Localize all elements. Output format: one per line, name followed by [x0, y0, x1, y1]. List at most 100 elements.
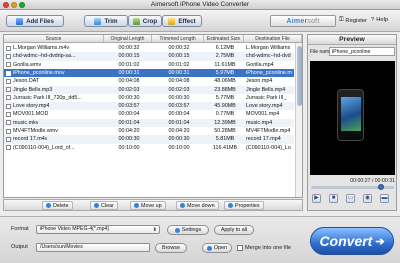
- move-down-button[interactable]: Move down: [176, 201, 219, 210]
- row-checkbox[interactable]: [6, 120, 11, 126]
- row-checkbox[interactable]: [6, 95, 11, 101]
- source-name: Gorilla.wmv: [13, 61, 42, 68]
- destination-file-cell[interactable]: iPhone_pconline.m: [244, 69, 294, 77]
- col-original-length[interactable]: Original Length: [104, 35, 152, 42]
- properties-button[interactable]: Properties: [224, 201, 264, 210]
- open-folder-button[interactable]: ▬: [380, 194, 389, 203]
- destination-file-cell[interactable]: Jeson.mp4: [244, 77, 294, 85]
- preview-slider-knob[interactable]: [377, 184, 384, 190]
- destination-file-cell[interactable]: (C090110-004)_Lo: [244, 144, 294, 152]
- row-checkbox[interactable]: [6, 136, 11, 142]
- convert-button[interactable]: Convert ➔: [310, 227, 394, 255]
- destination-file-cell[interactable]: Gorilla.mp4: [244, 61, 294, 69]
- destination-file-cell[interactable]: MV4FTModle.mp4: [244, 127, 294, 135]
- destination-file-cell[interactable]: chd-wdmc--hd-dvd: [244, 52, 294, 60]
- estimated-size-cell: 11.61MB: [214, 61, 236, 68]
- row-checkbox[interactable]: [6, 87, 11, 93]
- table-row[interactable]: (C090110-004)_Lord_of... 00:10:00 00:10:00…: [4, 144, 294, 152]
- crop-button[interactable]: Crop: [128, 15, 162, 27]
- delete-button[interactable]: Delete: [42, 201, 73, 210]
- register-button[interactable]: ⚿ Register: [339, 17, 367, 24]
- trimmed-length-cell: 00:00:31: [168, 69, 190, 76]
- source-name: Love story.mp4: [13, 103, 50, 110]
- open-label: Open: [213, 245, 228, 251]
- destination-file-cell[interactable]: Jurrasic Park III_: [244, 94, 294, 102]
- destination-file-cell[interactable]: Jingle Bells.mp4: [244, 86, 294, 94]
- col-trimmed-length[interactable]: Trimmed Length: [152, 35, 204, 42]
- play-button[interactable]: ▶: [312, 194, 321, 203]
- delete-icon: [46, 203, 51, 208]
- row-checkbox[interactable]: [6, 103, 11, 109]
- table-row[interactable]: MV4FTModle.wmv 00:04:20 00:04:20 50.28MB MV4…: [4, 127, 294, 135]
- table-row[interactable]: Gorilla.wmv 00:01:02 00:01:02 11.61MB Gorill…: [4, 61, 294, 69]
- preview-title: Preview: [308, 35, 396, 45]
- table-row[interactable]: iPhone_pconline.mov 00:00:31 00:00:31 5.97M…: [4, 68, 294, 78]
- row-checkbox[interactable]: [6, 53, 11, 59]
- table-row[interactable]: Jingle Bells.mp3 00:02:03 00:02:03 23.88MB J…: [4, 85, 294, 94]
- destination-file-cell[interactable]: Love story.mp4: [244, 102, 294, 110]
- row-checkbox[interactable]: [6, 45, 11, 51]
- destination-file-cell[interactable]: music.mp4: [244, 119, 294, 127]
- move-up-button[interactable]: Move up: [130, 201, 166, 210]
- snapshot-button[interactable]: ◉: [363, 194, 372, 203]
- row-checkbox[interactable]: [6, 62, 11, 68]
- table-row[interactable]: MOV001.MOD 00:00:04 00:00:04 0.77MB MOV001.m…: [4, 110, 294, 118]
- row-checkbox[interactable]: [6, 78, 11, 84]
- source-cell: MV4FTModle.wmv: [4, 127, 104, 135]
- browse-button[interactable]: Browse: [155, 243, 187, 253]
- trimmed-length-cell: 00:02:03: [168, 86, 190, 93]
- estimated-size-cell: 23.88MB: [214, 86, 236, 93]
- fullscreen-button[interactable]: ▭: [346, 194, 355, 203]
- row-checkbox[interactable]: [6, 128, 11, 134]
- table-row[interactable]: record 17.m4v 00:00:30 00:00:30 5.81MB recor…: [4, 135, 294, 144]
- source-name: MOV001.MOD: [13, 111, 49, 118]
- file-name-input[interactable]: iPhone_pconline: [329, 47, 395, 56]
- effect-button[interactable]: Effect: [162, 15, 202, 27]
- magic-wand-icon: [168, 17, 176, 25]
- gear-icon: [174, 227, 180, 233]
- table-row[interactable]: Jurrasic Park III_720p_dd5... 00:00:30 00:…: [4, 94, 294, 102]
- table-row[interactable]: L.Morgan Williams.m4v 00:00:32 00:00:32 6.1…: [4, 44, 294, 52]
- camera-icon: ◉: [364, 195, 371, 201]
- col-estimated-size[interactable]: Estimated Size: [204, 35, 244, 42]
- settings-button[interactable]: Settings: [167, 225, 209, 235]
- row-checkbox[interactable]: [6, 112, 11, 118]
- col-destination-file[interactable]: Destination File: [244, 35, 302, 42]
- stop-icon: ■: [331, 195, 336, 201]
- apply-to-all-button[interactable]: Apply to all: [214, 225, 254, 235]
- table-row[interactable]: music.mkv 00:01:04 00:01:04 12.39MB music.mp…: [4, 118, 294, 127]
- estimated-size-cell: 45.90MB: [214, 103, 236, 110]
- destination-file-cell[interactable]: L.Morgan Williams: [244, 44, 294, 52]
- row-checkbox[interactable]: [6, 145, 11, 151]
- destination-file-cell[interactable]: record 17.mp4: [244, 135, 294, 143]
- preview-slider[interactable]: [311, 184, 394, 190]
- help-label: Help: [376, 17, 389, 23]
- clear-button[interactable]: Clear: [90, 201, 118, 210]
- table-row[interactable]: Jeson.DAT 00:04:08 00:04:08 48.06MB Jeson.mp…: [4, 77, 294, 85]
- table-row[interactable]: chd-wdmc--hd-dvdrip-sa... 00:00:15 00:00:1…: [4, 52, 294, 61]
- format-select[interactable]: iPhone Video MPEG-4(*.mp4) ⬍: [36, 225, 160, 234]
- effect-label: Effect: [178, 17, 196, 25]
- row-checkbox[interactable]: [6, 70, 11, 76]
- add-files-button[interactable]: Add Files: [6, 15, 64, 27]
- output-path-input[interactable]: /Users/sun/Movies: [36, 243, 150, 252]
- estimated-size-cell: 50.28MB: [214, 128, 236, 134]
- merge-checkbox[interactable]: [237, 245, 243, 251]
- table-row[interactable]: Love story.mp4 00:03:57 00:03:57 45.90MB Lov…: [4, 102, 294, 111]
- help-button[interactable]: ? Help: [371, 17, 388, 23]
- table-scrollbar[interactable]: [295, 43, 302, 197]
- source-cell: Jingle Bells.mp3: [4, 86, 104, 94]
- trimmed-length-cell: 00:01:04: [168, 119, 190, 126]
- source-name: chd-wdmc--hd-dvdrip-sa...: [13, 53, 76, 60]
- source-cell: L.Morgan Williams.m4v: [4, 44, 104, 52]
- estimated-size-cell: 116.41MB: [212, 144, 238, 151]
- destination-file-cell[interactable]: MOV001.mp4: [244, 110, 294, 118]
- open-button[interactable]: Open: [202, 243, 232, 253]
- original-length-cell: 00:10:00: [118, 144, 140, 151]
- scrollbar-thumb[interactable]: [297, 46, 302, 106]
- clear-label: Clear: [101, 202, 114, 209]
- brand-dim: soft: [307, 17, 320, 25]
- col-source[interactable]: Source: [4, 35, 104, 42]
- stop-button[interactable]: ■: [329, 194, 338, 203]
- trim-button[interactable]: Trim: [84, 15, 128, 27]
